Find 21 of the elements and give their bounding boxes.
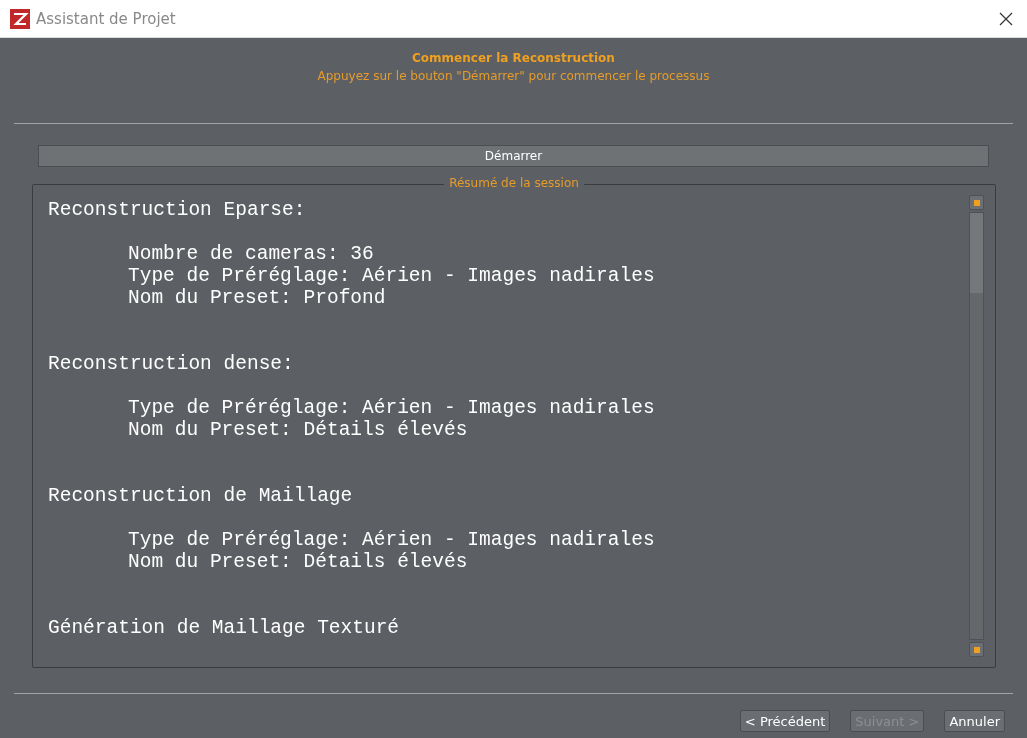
- window-title: Assistant de Projet: [36, 9, 176, 28]
- nav-button[interactable]: < Précédent: [739, 710, 831, 732]
- summary-line: Type de Préréglage: Aérien - Images nadirales: [128, 397, 656, 419]
- summary-line: Type de Préréglage: Aérien - Images nadirales: [128, 529, 656, 551]
- step-subtitle: Appuyez sur le bouton "Démarrer" pour commencer le processus: [317, 69, 710, 83]
- section-heading: Reconstruction de Maillage: [48, 485, 354, 507]
- summary-line: Nom du Preset: Profond: [128, 287, 387, 309]
- summary-line: Nom du Preset: Détails élevés: [128, 419, 469, 441]
- summary-line: Nom du Preset: Détails élevés: [128, 551, 469, 573]
- section-heading: Reconstruction Eparse:: [48, 199, 307, 221]
- close-icon[interactable]: [999, 11, 1013, 26]
- summary-title: Résumé de la session: [444, 176, 584, 190]
- nav-button[interactable]: Annuler: [944, 710, 1005, 732]
- app-logo-icon: [10, 8, 30, 29]
- section-heading: Génération de Maillage Texturé: [48, 617, 401, 639]
- section-heading: Reconstruction dense:: [48, 353, 295, 375]
- step-title: Commencer la Reconstruction: [412, 51, 615, 65]
- scrollbar[interactable]: [969, 195, 984, 657]
- start-button[interactable]: Démarrer: [38, 145, 989, 167]
- summary-line: Type de Préréglage: Aérien - Images nadirales: [128, 265, 656, 287]
- summary-line: Nombre de cameras: 36: [128, 243, 375, 265]
